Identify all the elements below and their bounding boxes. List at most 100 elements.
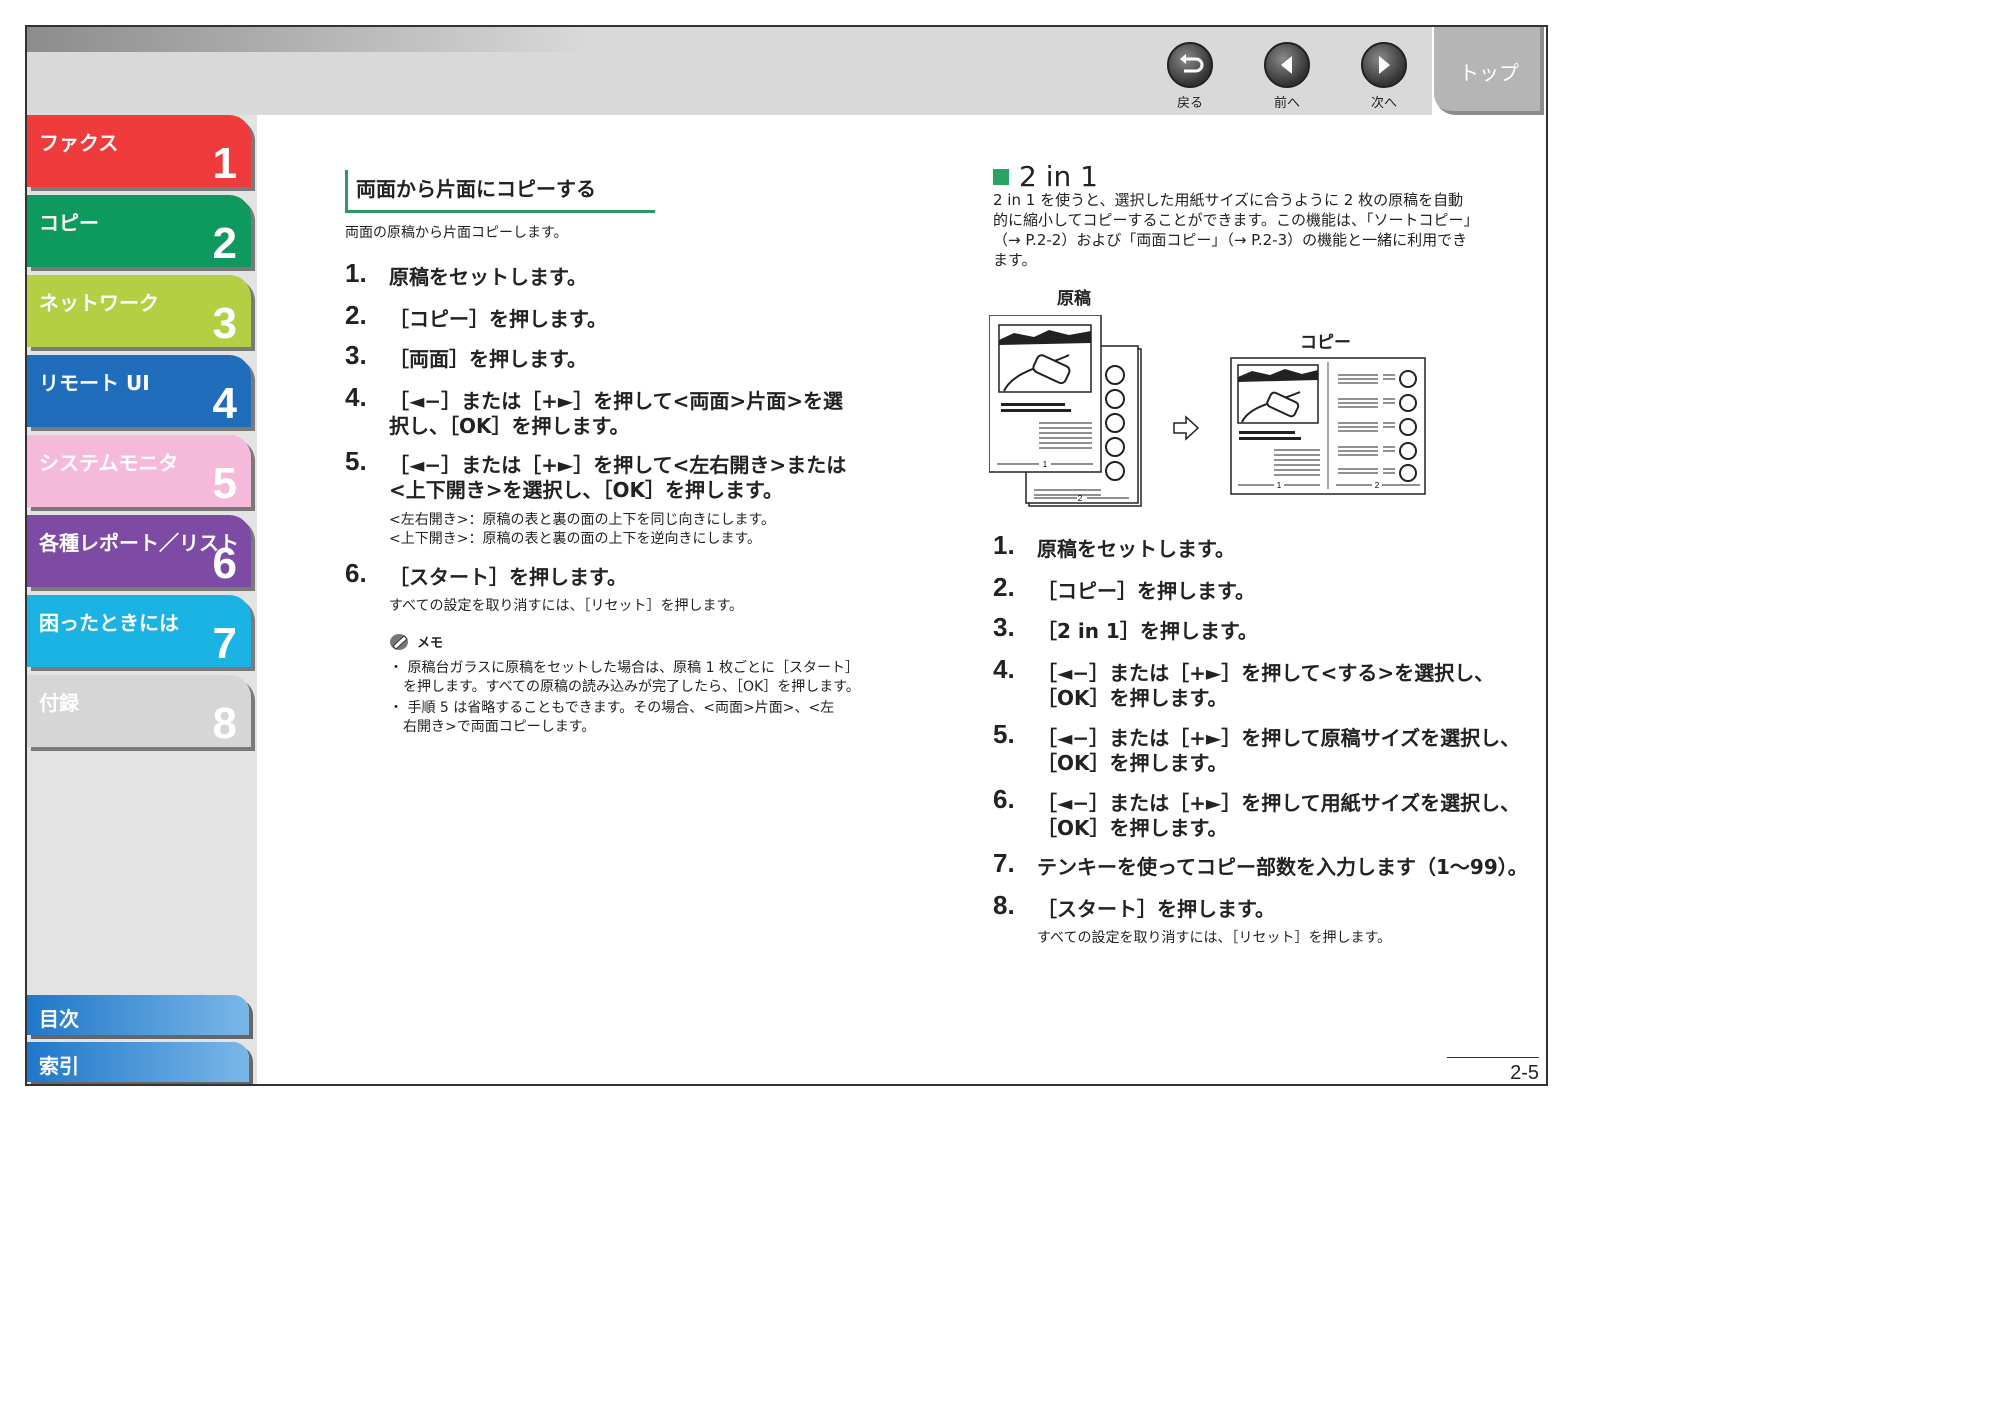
pencil-memo-icon: [390, 633, 408, 650]
step-text-line2: ［OK］を押します。: [1037, 751, 1228, 775]
chapter-title: リモート UI: [39, 371, 150, 395]
back-arrow-icon: [1167, 42, 1213, 88]
chapter-number: 3: [212, 299, 237, 348]
step-5-note-2: <上下開き>：原稿の表と裏の面の上下を逆向きにします。: [389, 531, 762, 547]
prev-button[interactable]: 前へ: [1261, 42, 1313, 111]
chapter-number: 4: [212, 379, 237, 428]
step-number: 3.: [993, 612, 1015, 642]
step-text: ［コピー］を押します。: [1037, 579, 1255, 603]
step-text-line2: ［OK］を押します。: [1037, 816, 1228, 840]
chapter-number: 1: [212, 139, 237, 188]
chapter-tab-remote-ui[interactable]: リモート UI 4: [27, 355, 251, 428]
step-number: 5.: [993, 719, 1015, 749]
section-intro-2in1: 2 in 1 を使うと、選択した用紙サイズに合うように 2 枚の原稿を自動 的に…: [993, 190, 1523, 270]
chapter-title: 困ったときには: [39, 611, 179, 635]
chapter-tab-network[interactable]: ネットワーク 3: [27, 275, 251, 348]
back-label: 戻る: [1176, 96, 1203, 111]
next-button[interactable]: 次へ: [1358, 42, 1410, 111]
2in1-step-8-note: すべての設定を取り消すには、［リセット］を押します。: [1037, 930, 1392, 946]
triangle-left-icon: [1264, 42, 1310, 88]
original-documents-illustration: 2 1: [989, 315, 1142, 507]
step-number: 2.: [345, 300, 367, 330]
chapter-title: ネットワーク: [39, 291, 159, 315]
step-number: 8.: [993, 890, 1015, 920]
figure-page-number: 1: [1277, 481, 1282, 490]
chapter-tab-fax[interactable]: ファクス 1: [27, 115, 251, 188]
next-label: 次へ: [1370, 96, 1397, 111]
intro-line: 2 in 1 を使うと、選択した用紙サイズに合うように 2 枚の原稿を自動: [993, 191, 1464, 209]
chapter-number: 5: [212, 459, 237, 508]
memo-item-2: ・ 手順 5 は省略することもできます。その場合、<両面>片面>、<左 右開き>…: [389, 699, 834, 737]
step-text: ［2 in 1］を押します。: [1037, 619, 1258, 643]
step-text-line1: ［◄−］または［+►］を押して<両面>片面>を選: [389, 389, 843, 413]
chapter-title: 付録: [39, 691, 79, 715]
step-text-line1: ［◄−］または［+►］を押して原稿サイズを選択し、: [1037, 726, 1521, 750]
intro-line: 的に縮小してコピーすることができます。この機能は、「ソートコピー」: [993, 211, 1479, 229]
caption-original: 原稿: [1057, 289, 1091, 309]
header-gradient: [27, 27, 587, 52]
triangle-right-icon: [1361, 42, 1407, 88]
header-bar: 戻る 前へ 次へ: [27, 27, 1432, 115]
chapter-title: 各種レポート／リスト: [39, 531, 239, 555]
chapter-tab-reports[interactable]: 各種レポート／リスト 6: [27, 515, 251, 588]
chapter-title: システムモニタ: [39, 451, 179, 475]
memo-line: ・ 手順 5 は省略することもできます。その場合、<両面>片面>、<左: [389, 700, 835, 716]
step-text-line2: 択し、［OK］を押します。: [389, 414, 630, 438]
step-text: ［両面］を押します。: [389, 347, 587, 371]
memo-line: を押します。すべての原稿の読み込みが完了したら、［OK］を押します。: [403, 679, 860, 695]
figure-page-number: 2: [1375, 481, 1380, 490]
step-number: 2.: [993, 572, 1015, 602]
memo-label: メモ: [417, 636, 444, 651]
chapter-number: 7: [212, 619, 237, 668]
memo-line: 右開き>で両面コピーします。: [403, 719, 596, 735]
step-text: ［スタート］を押します。: [1037, 897, 1275, 921]
section-intro: 両面の原稿から片面コピーします。: [345, 225, 568, 241]
chapter-number: 6: [212, 539, 237, 588]
heading-text: 2 in 1: [1019, 160, 1098, 193]
hollow-arrow-right-icon: [1173, 415, 1200, 441]
step-text: テンキーを使ってコピー部数を入力します（1〜99）。: [1037, 855, 1528, 879]
manual-page: 戻る 前へ 次へ トップ ファクス 1 コピー 2 ネットワーク 3 リモート …: [25, 25, 1548, 1086]
step-6-note: すべての設定を取り消すには、［リセット］を押します。: [389, 598, 744, 614]
figure-page-number: 1: [1043, 460, 1048, 469]
step-text-line1: ［◄−］または［+►］を押して<する>を選択し、: [1037, 661, 1495, 685]
memo-line: ・ 原稿台ガラスに原稿をセットした場合は、原稿 1 枚ごとに［スタート］: [389, 660, 859, 676]
step-number: 6.: [993, 784, 1015, 814]
chapter-tab-appendix[interactable]: 付録 8: [27, 675, 251, 748]
step-text: ［コピー］を押します。: [389, 307, 607, 331]
page-number: 2-5: [1447, 1057, 1539, 1084]
toc-button[interactable]: 目次: [27, 995, 249, 1035]
index-button[interactable]: 索引: [27, 1042, 249, 1082]
green-square-icon: [993, 168, 1009, 185]
chapter-number: 2: [212, 219, 237, 268]
caption-copy: コピー: [1300, 333, 1351, 353]
section-heading-2in1: 2 in 1: [993, 160, 1098, 193]
prev-label: 前へ: [1273, 96, 1300, 111]
step-text: 原稿をセットします。: [389, 265, 587, 289]
top-button[interactable]: トップ: [1434, 27, 1544, 115]
step-text-line1: ［◄−］または［+►］を押して用紙サイズを選択し、: [1037, 791, 1521, 815]
chapter-tab-troubleshooting[interactable]: 困ったときには 7: [27, 595, 251, 668]
2in1-copy-illustration: 1 2: [1230, 357, 1426, 495]
chapter-title: コピー: [39, 211, 99, 235]
step-number: 6.: [345, 558, 367, 588]
figure-page-number: 2: [1078, 494, 1083, 503]
chapter-title: ファクス: [39, 131, 119, 155]
step-number: 7.: [993, 848, 1015, 878]
intro-line: （→ P.2-2）および「両面コピー」（→ P.2-3）の機能と一緒に利用でき: [993, 231, 1468, 249]
chapter-tab-system-monitor[interactable]: システムモニタ 5: [27, 435, 251, 508]
memo-item-1: ・ 原稿台ガラスに原稿をセットした場合は、原稿 1 枚ごとに［スタート］ を押し…: [389, 659, 860, 697]
chapter-number: 8: [212, 699, 237, 748]
step-text: ［スタート］を押します。: [389, 565, 627, 589]
chapter-tab-copy[interactable]: コピー 2: [27, 195, 251, 268]
step-number: 1.: [345, 258, 367, 288]
step-number: 4.: [345, 382, 367, 412]
step-number: 1.: [993, 530, 1015, 560]
step-text: 原稿をセットします。: [1037, 537, 1235, 561]
chapter-sidebar: ファクス 1 コピー 2 ネットワーク 3 リモート UI 4 システムモニタ …: [27, 115, 257, 1084]
section-title: 両面から片面にコピーする: [345, 170, 655, 213]
step-number: 5.: [345, 446, 367, 476]
back-button[interactable]: 戻る: [1164, 42, 1216, 111]
step-text-line2: ［OK］を押します。: [1037, 686, 1228, 710]
step-5-note-1: <左右開き>：原稿の表と裏の面の上下を同じ向きにします。: [389, 512, 776, 528]
